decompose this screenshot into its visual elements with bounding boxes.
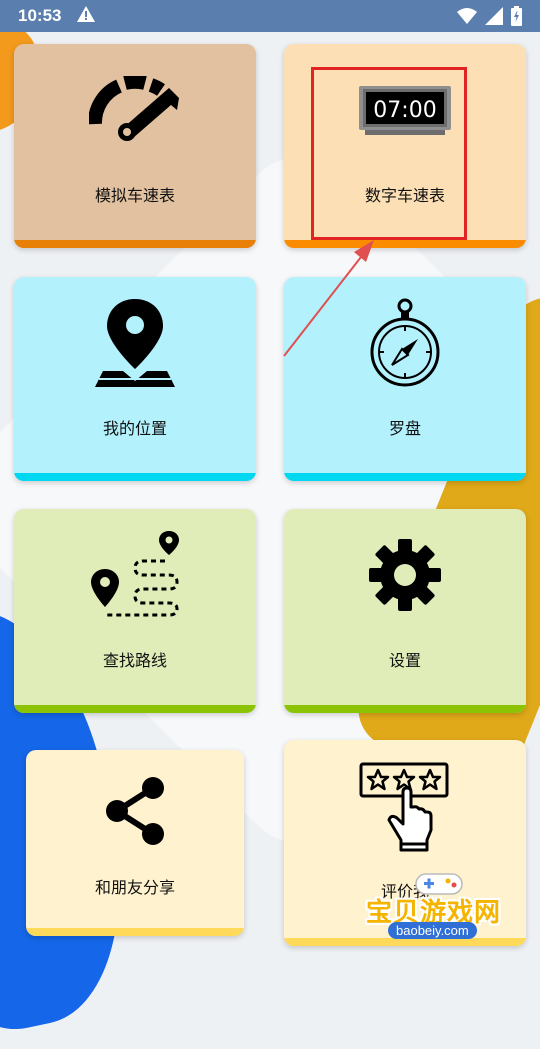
menu-item-find-route[interactable]: 查找路线 <box>14 509 256 713</box>
menu-item-share[interactable]: 和朋友分享 <box>26 750 244 936</box>
menu-item-label: 查找路线 <box>102 651 167 670</box>
card-accent-stripe <box>14 240 256 248</box>
menu-item-analog-speedometer[interactable]: 模拟车速表 <box>14 44 256 248</box>
compass-icon <box>370 297 440 391</box>
watermark-url: baobeiy.com <box>388 922 477 939</box>
share-icon <box>103 776 167 850</box>
signal-icon <box>485 7 503 30</box>
annotation-arrow-icon <box>283 240 374 357</box>
location-map-pin-icon <box>93 297 177 393</box>
analog-speedometer-icon <box>88 74 181 146</box>
annotation-highlight-box <box>311 67 467 240</box>
gear-icon <box>369 539 441 615</box>
menu-item-settings[interactable]: 设置 <box>284 509 526 713</box>
card-accent-stripe <box>284 705 526 713</box>
menu-item-label: 模拟车速表 <box>94 186 175 205</box>
menu-item-my-location[interactable]: 我的位置 <box>14 277 256 481</box>
status-time: 10:53 <box>18 6 62 25</box>
card-accent-stripe <box>284 473 526 481</box>
card-accent-stripe <box>14 473 256 481</box>
menu-item-label: 我的位置 <box>102 419 167 438</box>
battery-icon <box>511 6 522 31</box>
card-accent-stripe <box>26 928 244 936</box>
route-icon <box>85 529 185 625</box>
menu-item-label: 设置 <box>388 651 421 670</box>
wifi-icon <box>457 8 477 29</box>
card-accent-stripe <box>14 705 256 713</box>
rate-stars-hand-icon <box>359 762 451 860</box>
status-bar: 10:53 <box>0 0 540 32</box>
menu-item-label: 罗盘 <box>388 419 421 438</box>
warning-triangle-icon <box>77 5 96 27</box>
watermark: 宝贝游戏网 baobeiy.com <box>358 868 528 948</box>
menu-item-label: 和朋友分享 <box>94 878 175 897</box>
